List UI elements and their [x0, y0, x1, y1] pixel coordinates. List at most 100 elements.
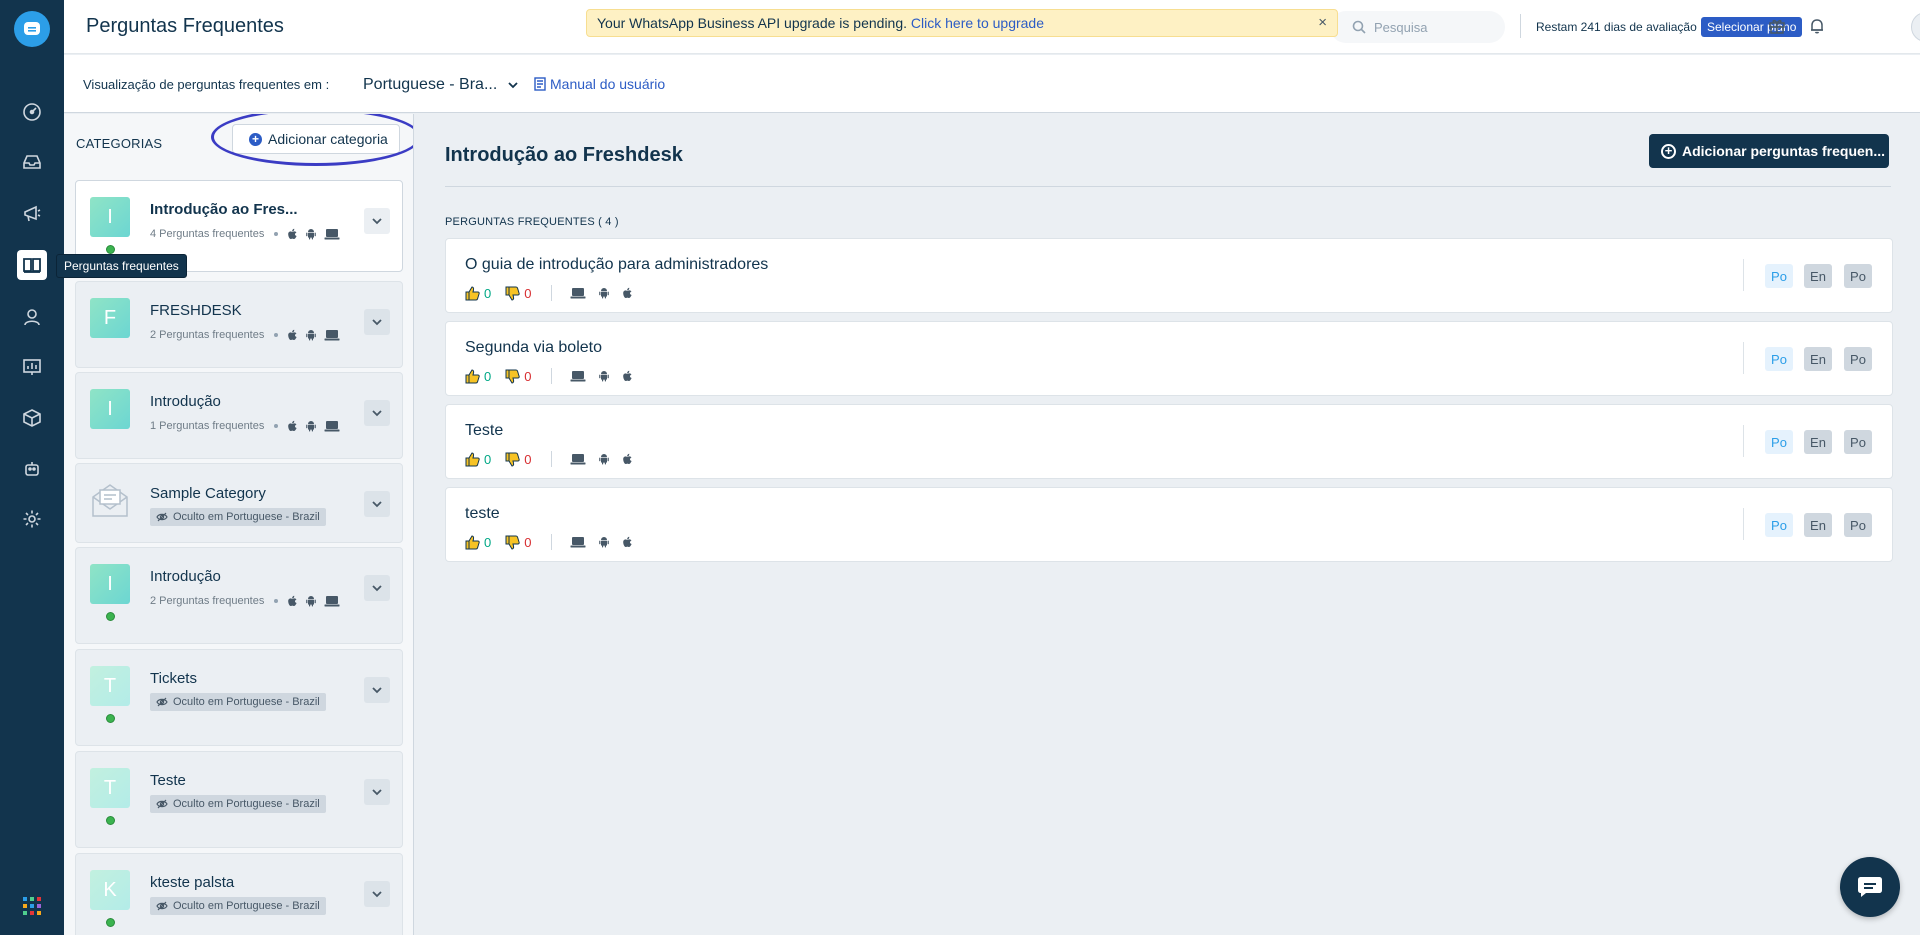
upgrade-banner: Your WhatsApp Business API upgrade is pe… — [586, 9, 1338, 37]
language-chip[interactable]: Po — [1765, 264, 1793, 288]
category-card[interactable]: T Teste Oculto em Portuguese - Brazil — [75, 751, 403, 848]
campaigns-icon[interactable] — [17, 199, 47, 229]
row-divider — [1743, 425, 1744, 457]
hidden-status-text: Oculto em Portuguese - Brazil — [173, 798, 320, 810]
language-chip[interactable]: Po — [1844, 513, 1872, 537]
apple-icon — [622, 536, 633, 548]
category-card[interactable]: T Tickets Oculto em Portuguese - Brazil — [75, 649, 403, 746]
language-chip[interactable]: Po — [1844, 430, 1872, 454]
language-chip[interactable]: Po — [1844, 347, 1872, 371]
faq-title[interactable]: Teste — [465, 422, 503, 440]
category-thumbnail: T — [90, 666, 130, 706]
chevron-down-icon — [372, 218, 382, 225]
search-icon — [1352, 20, 1366, 34]
laptop-icon — [324, 420, 340, 432]
category-card[interactable]: I Introdução 1 Perguntas frequentes — [75, 372, 403, 459]
hidden-status-text: Oculto em Portuguese - Brazil — [173, 511, 320, 523]
thumbs-up-icon — [465, 534, 480, 549]
category-expand-button[interactable] — [364, 400, 390, 426]
category-title: Introdução ao Fres... — [150, 201, 298, 218]
language-chip[interactable]: Po — [1765, 513, 1793, 537]
add-category-button[interactable]: + Adicionar categoria — [232, 124, 400, 154]
apple-icon — [287, 595, 298, 607]
category-card[interactable]: I Introdução 2 Perguntas frequentes — [75, 547, 403, 644]
category-expand-button[interactable] — [364, 575, 390, 601]
trial-days-text: Restam 241 dias de avaliação — [1536, 20, 1697, 34]
inbox-icon[interactable] — [17, 147, 47, 177]
freshdesk-logo-icon[interactable] — [14, 11, 50, 47]
hidden-status-badge: Oculto em Portuguese - Brazil — [150, 508, 326, 526]
user-avatar[interactable]: F — [1911, 12, 1920, 42]
faq-title[interactable]: O guia de introdução para administradore… — [465, 256, 768, 274]
plus-circle-icon: + — [1661, 143, 1676, 159]
category-faq-count: 1 Perguntas frequentes — [150, 420, 265, 432]
category-card[interactable]: Sample Category Oculto em Portuguese - B… — [75, 463, 403, 543]
apple-icon — [287, 420, 298, 432]
category-expand-button[interactable] — [364, 779, 390, 805]
reports-icon[interactable] — [17, 352, 47, 382]
android-icon — [305, 329, 317, 341]
language-select[interactable]: Portuguese - Bra... — [363, 76, 519, 94]
apple-icon — [287, 228, 298, 240]
thumbs-down-icon — [505, 369, 520, 384]
upvote-count: 0 — [484, 451, 492, 467]
chevron-down-icon — [508, 82, 518, 89]
faq-row[interactable]: teste 0 0 Po En Po — [445, 487, 1893, 562]
faq-title[interactable]: Segunda via boleto — [465, 339, 602, 357]
settings-icon[interactable] — [17, 504, 47, 534]
faq-title[interactable]: teste — [465, 505, 500, 523]
published-status-icon — [106, 714, 115, 723]
android-icon — [305, 420, 317, 432]
language-chip[interactable]: Po — [1765, 347, 1793, 371]
language-view-label: Visualização de perguntas frequentes em … — [83, 77, 330, 92]
language-chip[interactable]: Po — [1844, 264, 1872, 288]
faq-row[interactable]: Teste 0 0 Po En Po — [445, 404, 1893, 479]
user-manual-link[interactable]: Manual do usuário — [533, 76, 665, 92]
category-meta: 1 Perguntas frequentes — [150, 420, 347, 432]
category-title: Tickets — [150, 670, 197, 687]
category-card[interactable]: F FRESHDESK 2 Perguntas frequentes — [75, 281, 403, 368]
category-title: FRESHDESK — [150, 302, 242, 319]
chat-widget-button[interactable] — [1840, 857, 1900, 917]
android-icon — [598, 536, 610, 548]
published-status-icon — [106, 918, 115, 927]
document-icon — [534, 77, 546, 91]
category-expand-button[interactable] — [364, 491, 390, 517]
language-chip[interactable]: En — [1804, 513, 1832, 537]
apple-icon — [287, 329, 298, 341]
thumbs-up-icon — [465, 285, 480, 300]
contacts-icon[interactable] — [17, 302, 47, 332]
apps-box-icon[interactable] — [17, 403, 47, 433]
banner-close-button[interactable]: × — [1318, 14, 1327, 31]
search-input[interactable]: Pesquisa — [1330, 11, 1505, 43]
language-chip[interactable]: Po — [1765, 430, 1793, 454]
category-expand-button[interactable] — [364, 881, 390, 907]
apple-icon — [622, 287, 633, 299]
stats-divider — [551, 451, 553, 467]
category-expand-button[interactable] — [364, 309, 390, 335]
stats-divider — [551, 534, 553, 550]
category-expand-button[interactable] — [364, 677, 390, 703]
add-faq-button[interactable]: + Adicionar perguntas frequen... — [1649, 134, 1889, 168]
faq-row[interactable]: O guia de introdução para administradore… — [445, 238, 1893, 313]
eye-hidden-icon — [156, 799, 168, 809]
separator-dot — [274, 424, 279, 428]
dashboard-icon[interactable] — [17, 97, 47, 127]
category-faq-count: 2 Perguntas frequentes — [150, 329, 265, 341]
language-chip[interactable]: En — [1804, 347, 1832, 371]
language-chip[interactable]: En — [1804, 264, 1832, 288]
faq-row[interactable]: Segunda via boleto 0 0 Po En Po — [445, 321, 1893, 396]
category-card[interactable]: K kteste palsta Oculto em Portuguese - B… — [75, 853, 403, 935]
bot-icon[interactable] — [17, 454, 47, 484]
upgrade-link[interactable]: Click here to upgrade — [911, 15, 1044, 31]
stats-divider — [551, 285, 553, 301]
gift-icon[interactable] — [1766, 15, 1788, 37]
app-switcher-icon[interactable] — [22, 896, 42, 916]
language-chip[interactable]: En — [1804, 430, 1832, 454]
faq-book-icon[interactable] — [17, 250, 47, 280]
divider — [445, 186, 1891, 187]
category-expand-button[interactable] — [364, 208, 390, 234]
nav-tooltip: Perguntas frequentes — [56, 254, 187, 278]
category-thumbnail: K — [90, 870, 130, 910]
notification-bell-icon[interactable] — [1806, 15, 1828, 37]
